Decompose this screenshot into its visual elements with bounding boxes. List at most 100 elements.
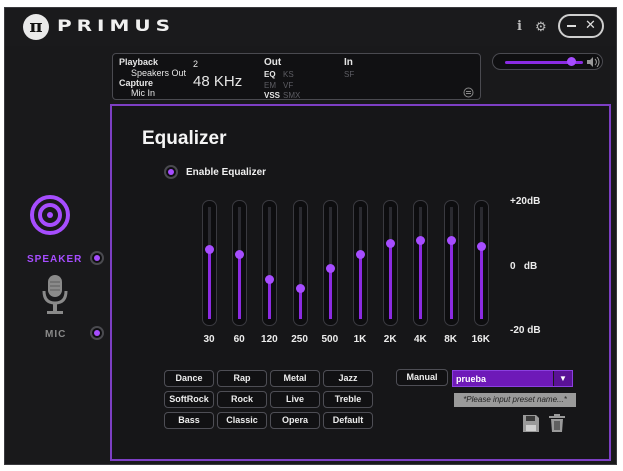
speaker-select-radio[interactable] xyxy=(90,251,104,265)
eq-slider-1k[interactable] xyxy=(353,200,368,326)
title-bar: π PRIMUS i ⚙ ✕ xyxy=(5,8,616,46)
db-max-label: +20dB xyxy=(510,196,541,207)
eq-slider-fill xyxy=(238,254,242,319)
playback-label: Playback xyxy=(119,57,159,67)
eq-slider-fill xyxy=(208,249,211,319)
out-vss: VSS xyxy=(264,91,281,100)
eq-freq-label: 120 xyxy=(261,334,278,345)
eq-slider-knob[interactable] xyxy=(356,250,365,260)
enable-equalizer-radio[interactable] xyxy=(164,165,178,179)
close-button[interactable]: ✕ xyxy=(585,17,596,33)
out-ks: KS xyxy=(283,70,294,79)
preset-name-input[interactable] xyxy=(456,371,552,386)
eq-slider-knob[interactable] xyxy=(476,241,486,251)
eq-slider-knob[interactable] xyxy=(265,275,275,285)
eq-slider-fill xyxy=(389,243,393,319)
playback-device: Speakers Out xyxy=(131,68,187,78)
eq-slider-fill xyxy=(359,254,362,319)
speaker-icon[interactable] xyxy=(29,194,71,236)
gear-icon[interactable]: ⚙ xyxy=(535,19,547,35)
out-em: EM xyxy=(264,81,276,90)
page-title: Equalizer xyxy=(142,128,227,149)
manual-button[interactable]: Manual xyxy=(396,369,448,386)
logo-glyph: π xyxy=(29,16,43,37)
sample-rate: 48 KHz xyxy=(193,73,243,90)
eq-slider-fill xyxy=(298,288,302,319)
app-window: π PRIMUS i ⚙ ✕ Playback Speakers Out Cap… xyxy=(4,7,617,465)
preset-button-rap[interactable]: Rap xyxy=(217,370,267,387)
preset-button-opera[interactable]: Opera xyxy=(270,412,320,429)
eq-freq-label: 1K xyxy=(353,334,367,345)
microphone-icon[interactable] xyxy=(41,273,69,317)
info-icon[interactable]: i xyxy=(517,19,522,34)
eq-slider-fill xyxy=(419,240,423,319)
enable-equalizer-label: Enable Equalizer xyxy=(186,167,267,178)
save-icon[interactable] xyxy=(522,413,540,433)
out-smx: SMX xyxy=(283,91,301,100)
eq-slider-fill xyxy=(268,279,272,319)
eq-slider-knob[interactable] xyxy=(325,264,335,274)
eq-slider-knob[interactable] xyxy=(205,244,214,254)
eq-slider-knob[interactable] xyxy=(235,250,245,260)
eq-slider-8k[interactable] xyxy=(443,200,459,326)
preset-button-rock[interactable]: Rock xyxy=(217,391,267,408)
eq-slider-16k[interactable] xyxy=(473,200,489,326)
preset-button-dance[interactable]: Dance xyxy=(164,370,214,387)
channel-count: 2 xyxy=(193,59,199,69)
minimize-button[interactable] xyxy=(567,25,576,27)
in-sf: SF xyxy=(344,70,355,79)
capture-label: Capture xyxy=(119,78,154,88)
equalizer-panel: Equalizer Enable Equalizer 30 60 120 250 500… xyxy=(110,104,611,461)
eq-freq-label: 250 xyxy=(291,334,308,345)
mic-label: MIC xyxy=(45,329,67,340)
out-eq: EQ xyxy=(264,70,276,79)
eq-slider-250[interactable] xyxy=(292,200,308,326)
preset-button-classic[interactable]: Classic xyxy=(217,412,267,429)
eq-slider-120[interactable] xyxy=(262,200,278,326)
speaker-volume-icon xyxy=(587,57,600,67)
eq-slider-2k[interactable] xyxy=(383,200,399,326)
chevron-down-icon[interactable]: ▼ xyxy=(553,371,572,386)
in-label: In xyxy=(344,57,353,68)
menu-icon[interactable] xyxy=(463,87,474,98)
out-vf: VF xyxy=(283,81,294,90)
preset-name-tooltip: *Please input preset name...* xyxy=(454,393,576,407)
eq-slider-knob[interactable] xyxy=(386,238,396,248)
eq-freq-label: 30 xyxy=(203,334,215,345)
preset-button-metal[interactable]: Metal xyxy=(270,370,320,387)
mic-select-radio[interactable] xyxy=(90,326,104,340)
eq-slider-knob[interactable] xyxy=(416,236,426,246)
eq-slider-fill xyxy=(328,268,332,319)
preset-button-bass[interactable]: Bass xyxy=(164,412,214,429)
window-controls: ✕ xyxy=(558,14,604,38)
capture-device: Mic In xyxy=(131,88,156,98)
eq-slider-60[interactable] xyxy=(232,200,248,326)
eq-slider-fill xyxy=(449,240,453,319)
device-info-panel: Playback Speakers Out Capture Mic In 2 4… xyxy=(112,53,481,100)
volume-thumb[interactable] xyxy=(566,57,576,66)
eq-slider-30[interactable] xyxy=(202,200,217,326)
volume-slider[interactable] xyxy=(492,53,603,70)
eq-slider-fill xyxy=(479,246,483,319)
speaker-label: SPEAKER xyxy=(27,254,83,265)
eq-slider-knob[interactable] xyxy=(295,283,305,293)
preset-button-jazz[interactable]: Jazz xyxy=(323,370,373,387)
eq-slider-500[interactable] xyxy=(322,200,338,326)
preset-button-softrock[interactable]: SoftRock xyxy=(164,391,214,408)
eq-slider-knob[interactable] xyxy=(446,236,456,246)
trash-icon[interactable] xyxy=(548,413,566,433)
eq-freq-label: 4K xyxy=(413,334,427,345)
eq-freq-label: 2K xyxy=(383,334,397,345)
preset-button-live[interactable]: Live xyxy=(270,391,320,408)
eq-slider-4k[interactable] xyxy=(413,200,429,326)
brand-name: PRIMUS xyxy=(57,16,176,36)
db-min-label: -20 dB xyxy=(510,325,541,336)
preset-name-select[interactable]: ▼ xyxy=(452,370,573,387)
eq-freq-label: 16K xyxy=(471,334,490,345)
out-label: Out xyxy=(264,57,282,68)
preset-button-default[interactable]: Default xyxy=(323,412,373,429)
db-zero-label: 0 dB xyxy=(510,261,538,272)
eq-freq-label: 500 xyxy=(321,334,339,345)
preset-button-treble[interactable]: Treble xyxy=(323,391,373,408)
primus-logo: π xyxy=(23,14,49,40)
